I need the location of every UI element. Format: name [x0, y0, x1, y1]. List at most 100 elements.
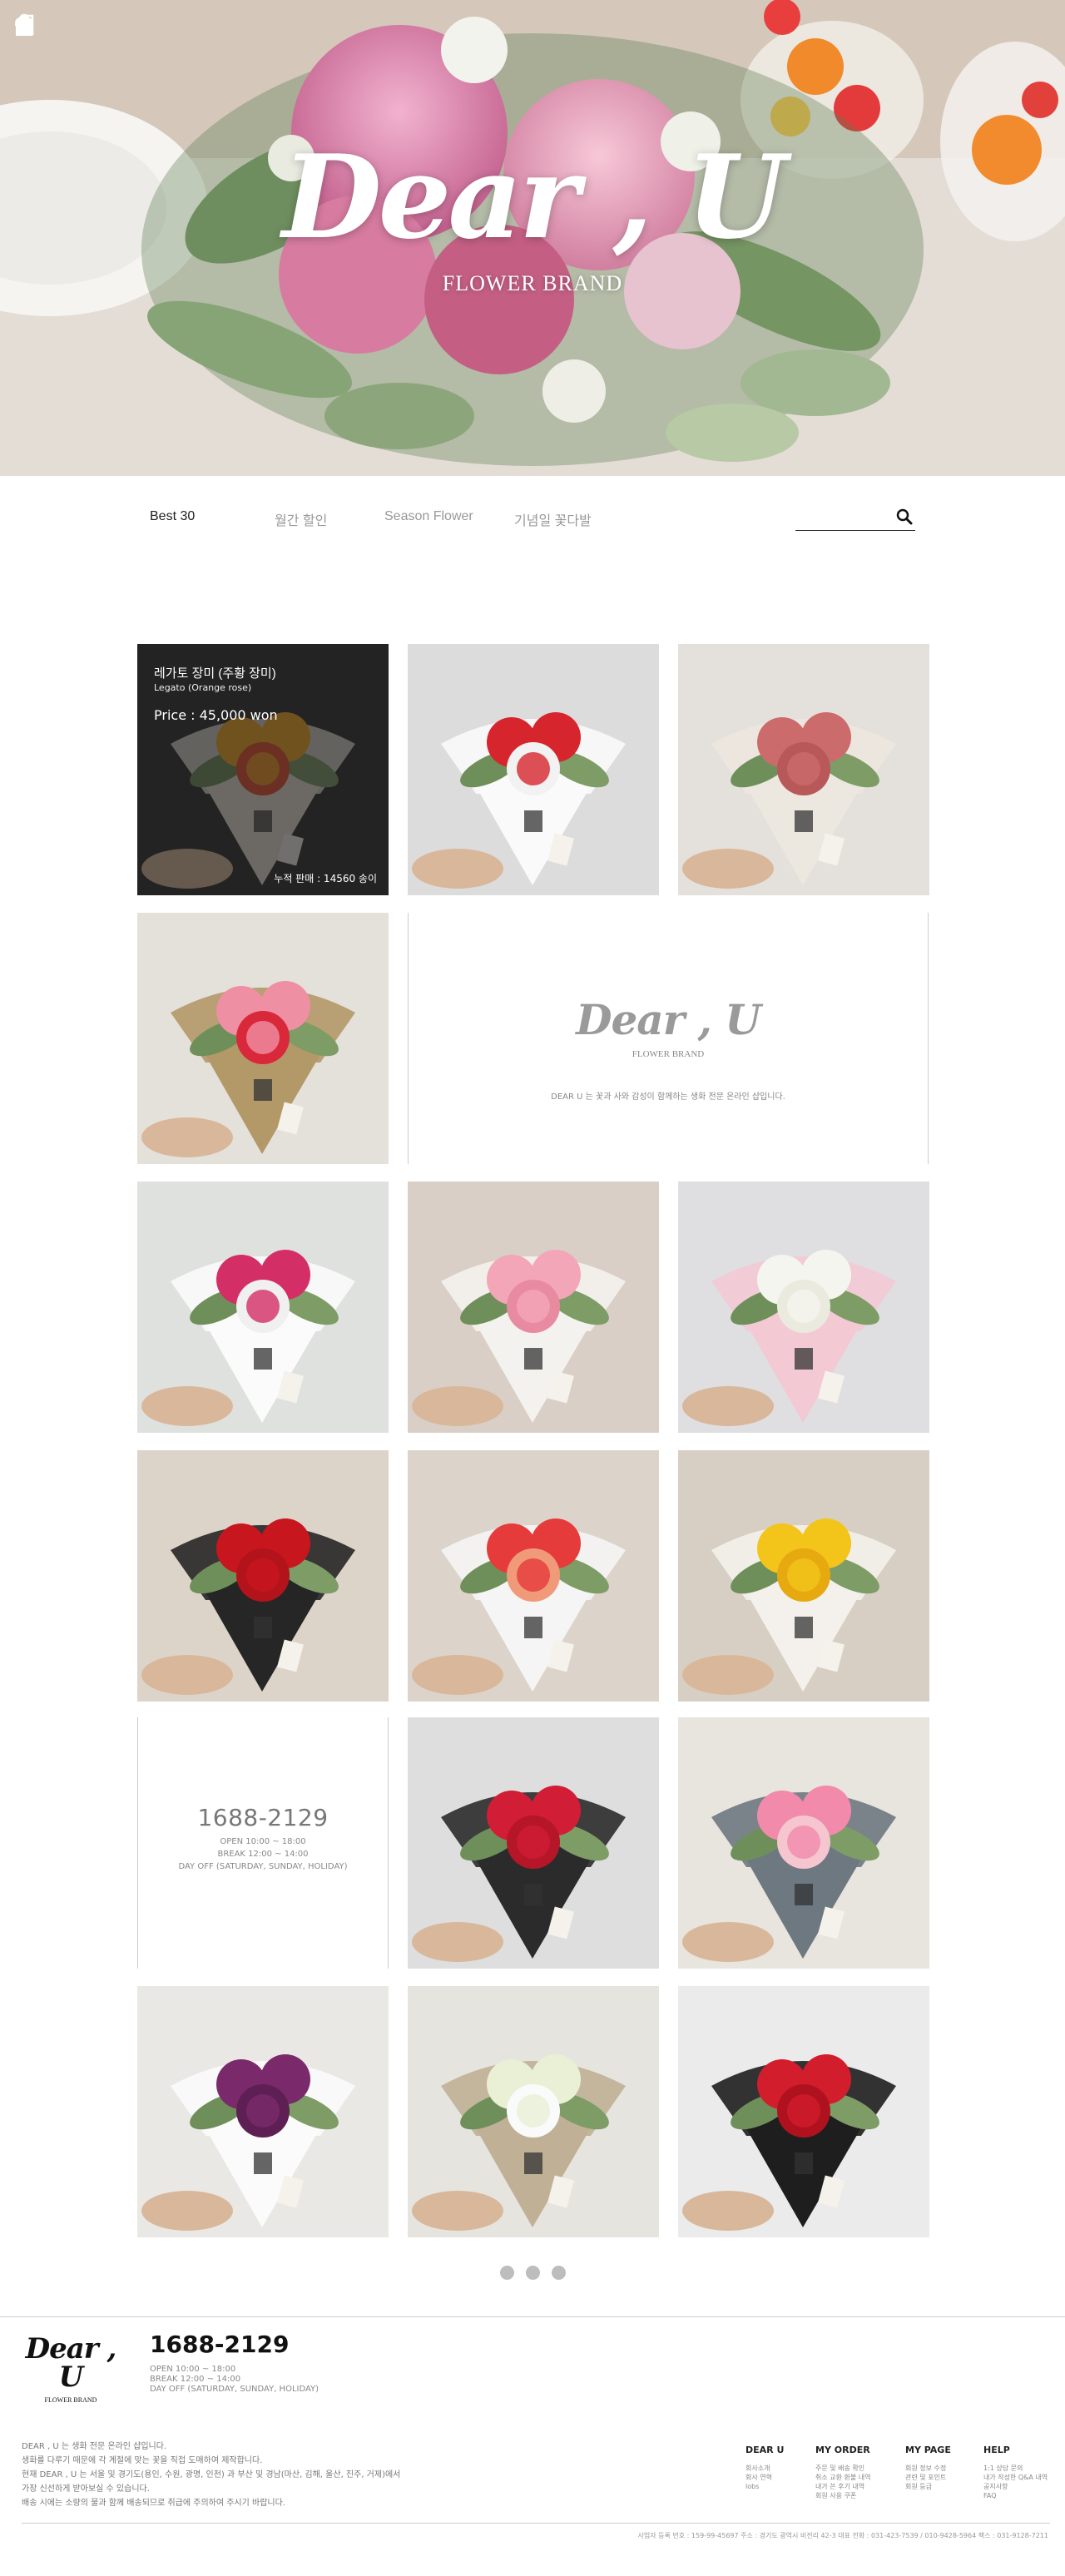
hand [141, 849, 233, 889]
footer-col-title: DEAR U [746, 2445, 785, 2455]
flower-center [517, 1290, 550, 1323]
product-tile[interactable] [678, 1986, 929, 2237]
product-tile[interactable] [678, 1181, 929, 1433]
product-photo [137, 913, 389, 1164]
search-icon[interactable] [895, 508, 914, 526]
flower-center [787, 1558, 820, 1592]
product-tile[interactable] [678, 1450, 929, 1702]
footer-open: OPEN 10:00 ~ 18:00 [150, 2365, 236, 2374]
product-tile[interactable] [408, 1450, 659, 1702]
footer-link[interactable]: 내가 작성한 Q&A 내역 [983, 2473, 1048, 2482]
product-tile[interactable] [408, 1717, 659, 1969]
product-tile[interactable] [137, 1181, 389, 1433]
footer-link[interactable]: 취소 교환 환불 내역 [815, 2473, 871, 2482]
ribbon [254, 1079, 272, 1101]
about-line: 생화를 다루기 때문에 각 계절에 맞는 꽃을 직접 도매하여 제작합니다. [22, 2456, 263, 2465]
ribbon [795, 2152, 813, 2174]
tab-anniversary-bouquet[interactable]: 기념일 꽃다발 [514, 509, 592, 529]
hand [682, 1386, 774, 1426]
about-line: 가장 신선하게 받아보실 수 있습니다. [22, 2484, 150, 2494]
page-dot-1[interactable] [499, 2266, 514, 2280]
hero-brand: Dear , U FLOWER BRAND [0, 140, 1065, 296]
hand [412, 1922, 503, 1962]
hero-banner: Dear , U FLOWER BRAND [0, 0, 1065, 476]
tab-best-30[interactable]: Best 30 [150, 509, 195, 524]
footer-phone: 1688-2129 [150, 2331, 290, 2358]
hand [682, 849, 774, 889]
search-box [795, 506, 915, 531]
contact-phone: 1688-2129 [197, 1804, 329, 1831]
contact-open: OPEN 10:00 ~ 18:00 [220, 1837, 306, 1846]
footer-col-title: MY PAGE [905, 2445, 951, 2455]
ribbon [795, 1348, 813, 1370]
category-nav: Best 30 월간 할인 Season Flower 기념일 꽃다발 [150, 506, 915, 534]
about-line: DEAR , U 는 생화 전문 온라인 샵입니다. [22, 2442, 167, 2451]
footer-link[interactable]: 관련 및 포인트 [905, 2473, 951, 2482]
product-tile[interactable] [678, 1717, 929, 1969]
ribbon [795, 1884, 813, 1905]
heart-icon[interactable] [15, 13, 102, 37]
contact-card: 1688-2129 OPEN 10:00 ~ 18:00 BREAK 12:00… [137, 1717, 389, 1969]
footer-link[interactable]: 공지사항 [983, 2482, 1048, 2491]
hand [412, 849, 503, 889]
bag-icon[interactable] [16, 13, 68, 37]
flower-center [246, 1558, 280, 1592]
hand [141, 1655, 233, 1695]
login-icon[interactable] [15, 13, 135, 37]
footer-link[interactable]: 회원 정보 수정 [905, 2464, 951, 2473]
footer-logo-text: Dear , U [25, 2332, 117, 2394]
footer-logo[interactable]: Dear , U FLOWER BRAND [22, 2335, 120, 2404]
footer-business-info: 사업자 등록 번호 : 159-99-45697 주소 : 경기도 광역시 비전… [637, 2532, 1048, 2539]
flower-center [787, 2094, 820, 2128]
ribbon [254, 1348, 272, 1370]
pagination [0, 2266, 1065, 2280]
footer-link[interactable]: FAQ [983, 2491, 1048, 2500]
tab-monthly-sale[interactable]: 월간 할인 [275, 509, 327, 529]
ribbon [524, 1617, 542, 1638]
about-line: 현재 DEAR , U 는 서울 및 경기도(용인, 수원, 광명, 인천) 과… [22, 2470, 401, 2479]
product-photo [678, 1986, 929, 2237]
footer-link[interactable]: 회사 연혁 [746, 2473, 784, 2482]
page-dot-2[interactable] [525, 2266, 540, 2280]
product-tile[interactable] [678, 644, 929, 895]
brand-card-subtitle: FLOWER BRAND [632, 1049, 705, 1059]
flower-center [246, 1290, 280, 1323]
ribbon [524, 1884, 542, 1905]
footer-logo-subtitle: FLOWER BRAND [44, 2396, 97, 2404]
hero-subtitle: FLOWER BRAND [442, 271, 623, 295]
flower-center [787, 1290, 820, 1323]
brand-card-description: DEAR U 는 꽃과 사와 감성이 함께하는 생화 전문 온라인 샵입니다. [551, 1092, 785, 1102]
footer-link[interactable]: 주문 및 배송 확인 [815, 2464, 871, 2473]
product-photo [137, 1181, 389, 1433]
page-dot-3[interactable] [551, 2266, 566, 2280]
footer-link[interactable]: 회원 등급 [905, 2482, 951, 2491]
product-tile[interactable] [137, 644, 389, 895]
footer-link[interactable]: lobs [746, 2482, 784, 2491]
product-tile[interactable] [137, 913, 389, 1164]
product-photo [408, 1181, 659, 1433]
hand [682, 1922, 774, 1962]
footer-col-title: HELP [983, 2445, 1010, 2455]
flower-center [787, 752, 820, 785]
hand [682, 1655, 774, 1695]
footer-link[interactable]: 내가 쓴 후기 내역 [815, 2482, 871, 2491]
product-tile[interactable] [408, 1986, 659, 2237]
footer-link[interactable]: 1:1 상담 문의 [983, 2464, 1048, 2473]
product-tile[interactable] [137, 1986, 389, 2237]
search-input[interactable] [795, 506, 889, 528]
ribbon [524, 2152, 542, 2174]
ribbon [524, 1348, 542, 1370]
ribbon [795, 1617, 813, 1638]
flower-center [246, 752, 280, 785]
footer-link[interactable]: 회원 사용 쿠폰 [815, 2491, 871, 2500]
product-tile[interactable] [408, 1181, 659, 1433]
hand [412, 1386, 503, 1426]
product-photo [408, 1986, 659, 2237]
tab-season-flower[interactable]: Season Flower [384, 509, 473, 524]
footer-col-title: MY ORDER [815, 2445, 870, 2455]
brand-card: Dear , U FLOWER BRAND DEAR U 는 꽃과 사와 감성이… [408, 913, 929, 1164]
product-tile[interactable] [408, 644, 659, 895]
product-tile[interactable] [137, 1450, 389, 1702]
footer-link[interactable]: 회사소개 [746, 2464, 784, 2473]
product-photo [137, 1450, 389, 1702]
